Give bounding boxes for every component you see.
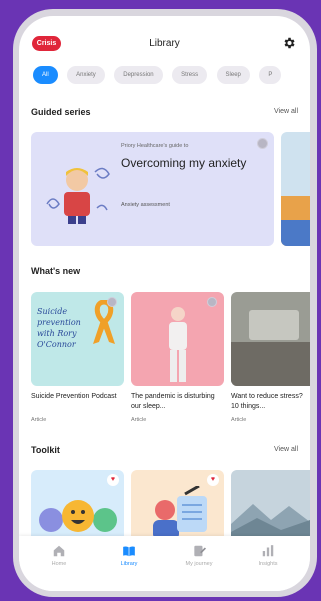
filter-chips: All Anxiety Depression Stress Sleep P (33, 66, 310, 84)
top-bar: Crisis Library (19, 16, 310, 56)
page-title: Library (149, 38, 180, 49)
chip-anxiety[interactable]: Anxiety (67, 66, 105, 84)
whats-new-title-1: Suicide Prevention Podcast (31, 393, 117, 400)
guided-series-card-next[interactable] (281, 132, 310, 246)
guide-subtitle: Anxiety assessment (121, 202, 170, 208)
whats-new-type-3: Article (231, 417, 247, 423)
toolkit-landscape-card[interactable] (231, 470, 310, 540)
whats-new-type-2: Article (131, 417, 147, 423)
bar-chart-icon (262, 545, 274, 557)
journal-person-art (153, 486, 207, 540)
nav-my-journey[interactable]: My journey (170, 544, 228, 567)
suicide-prevention-tile[interactable]: Suicide prevention with Rory O'Connor (31, 292, 124, 386)
nav-library[interactable]: Library (100, 544, 158, 567)
nav-library-label: Library (120, 561, 138, 567)
laptop-photo (249, 310, 299, 340)
app-screen: Crisis Library All Anxiety Depression St… (19, 16, 310, 591)
bottom-nav: Home Library My journey Insights (19, 536, 310, 591)
bookmark-icon[interactable] (257, 138, 268, 149)
pandemic-sleep-tile[interactable] (131, 292, 224, 386)
toolkit-mood-card[interactable]: ♥ (31, 470, 124, 540)
whats-new-type-1: Article (31, 417, 47, 423)
toolkit-journal-card[interactable]: ♥ (131, 470, 224, 540)
guide-title: Overcoming my anxiety (121, 156, 247, 170)
favorite-icon[interactable]: ♥ (107, 474, 119, 486)
chip-all[interactable]: All (33, 66, 58, 84)
water-art (281, 220, 310, 246)
bookmark-icon[interactable] (107, 297, 117, 307)
journal-icon (194, 545, 206, 557)
bookmark-icon[interactable] (207, 297, 217, 307)
guide-eyebrow: Priory Healthcare's guide to (121, 143, 189, 149)
guided-view-all-link[interactable]: View all (274, 108, 298, 115)
mountains-art (231, 504, 310, 540)
guided-series-heading: Guided series (31, 107, 91, 117)
whats-new-title-2: The pandemic is disturbing our sleep... (131, 393, 215, 410)
chip-sleep[interactable]: Sleep (216, 66, 250, 84)
chip-stress[interactable]: Stress (172, 66, 208, 84)
toolkit-heading: Toolkit (31, 445, 60, 455)
person-illustration (46, 167, 110, 224)
podcast-artwork-text: Suicide prevention with Rory O'Connor (37, 307, 81, 349)
emoji-faces-art (39, 500, 117, 532)
chip-more[interactable]: P (259, 66, 282, 84)
home-icon (53, 545, 65, 557)
desk-photo (231, 342, 310, 386)
toolkit-view-all-link[interactable]: View all (274, 446, 298, 453)
woman-photo (169, 307, 187, 382)
whats-new-heading: What's new (31, 266, 81, 276)
guided-series-card[interactable] (31, 132, 274, 246)
reduce-stress-tile[interactable] (231, 292, 310, 386)
gear-icon[interactable] (282, 36, 296, 50)
nav-insights-label: Insights (258, 561, 278, 567)
nav-home-label: Home (51, 561, 67, 567)
nav-my-journey-label: My journey (185, 561, 213, 567)
chip-depression[interactable]: Depression (114, 66, 163, 84)
nav-home[interactable]: Home (30, 544, 88, 567)
favorite-icon[interactable]: ♥ (207, 474, 219, 486)
whats-new-title-3: Want to reduce stress? 10 things... (231, 393, 303, 410)
book-icon (123, 546, 135, 557)
ribbon-icon (93, 300, 115, 344)
nav-insights[interactable]: Insights (239, 544, 297, 567)
